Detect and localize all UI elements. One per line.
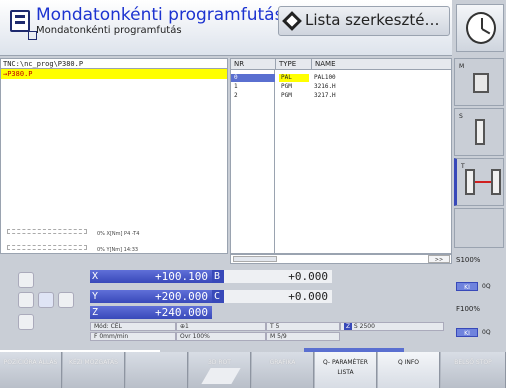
ki-suffix: 0Q xyxy=(482,329,491,336)
tool-icon xyxy=(465,169,475,195)
axis-load-bar xyxy=(7,245,87,250)
axis-load-bar xyxy=(7,229,87,234)
table-cell-name[interactable]: 3217.H xyxy=(314,92,336,100)
axis-value-c: +0.000 xyxy=(288,290,328,303)
axis-load-text: 0% X[Nm] P4 -T4 xyxy=(97,231,140,237)
softkey-approach-position[interactable]: POZÍCIÓRA ÁLLÁS xyxy=(0,352,62,388)
tool-panel[interactable]: T xyxy=(454,158,504,206)
ki-suffix: 0Q xyxy=(482,283,491,290)
position-display: X +100.100 B +0.000 Y +200.000 C +0.000 … xyxy=(0,266,452,350)
tool-change-arrow-icon xyxy=(475,181,491,183)
spindle-panel[interactable]: S xyxy=(454,108,504,156)
axis-row-b: B +0.000 xyxy=(212,270,332,283)
axis-label-b: B xyxy=(212,270,224,283)
softkey-internal-stop[interactable]: BELSŐ STOP xyxy=(441,352,506,388)
program-run-icon xyxy=(10,10,30,32)
table-scroll-area: >> xyxy=(230,254,452,264)
coolant-icon xyxy=(473,73,489,93)
softkey-empty[interactable] xyxy=(126,352,188,388)
list-edit-tab[interactable]: Lista szerkeszté… xyxy=(278,6,450,36)
tool-indicator: T 5 xyxy=(266,322,340,331)
m-label: M xyxy=(459,63,465,70)
axis-value-z: +240.000 xyxy=(155,306,208,319)
empty-side-panel xyxy=(454,208,504,248)
scrollbar-thumb[interactable] xyxy=(233,256,277,262)
spindle-override: S100% xyxy=(456,256,481,264)
page-subtitle: Mondatonkénti programfutás xyxy=(36,25,182,36)
column-header-nr: NR xyxy=(231,59,275,70)
m-function-indicator: M 5/9 xyxy=(266,332,340,341)
axis-label-c: C xyxy=(212,290,224,303)
softkey-q-info[interactable]: Q INFO xyxy=(378,352,440,388)
axis-row-y: Y +200.000 xyxy=(90,290,212,303)
table-cell-type[interactable]: PGM xyxy=(281,83,292,91)
path-bar: TNC:\nc_prog\P380.P xyxy=(0,58,228,69)
override-indicator: Ovr 100% xyxy=(176,332,266,341)
axis-value-x: +100.100 xyxy=(155,270,208,283)
selected-file[interactable]: →P380.P xyxy=(1,69,227,79)
spindle-indicator: Z S 2500 xyxy=(340,322,444,331)
ki-button[interactable]: KI xyxy=(456,328,478,337)
table-cell-nr[interactable]: 0 xyxy=(234,74,238,82)
clock-button[interactable] xyxy=(456,4,504,52)
tool-axis-indicator: ⊕1 xyxy=(176,322,266,331)
horizontal-scrollbar[interactable]: >> xyxy=(230,254,452,264)
table-cell-type[interactable]: PAL xyxy=(281,74,292,82)
spindle-value: S 2500 xyxy=(353,323,375,330)
edit-diamond-icon xyxy=(282,11,302,31)
axis-label-z: Z xyxy=(92,307,99,318)
scroll-next-button[interactable]: >> xyxy=(428,255,450,263)
clock-icon xyxy=(466,12,496,44)
softkey-q-parameter-list[interactable]: Q- PARAMÉTER LISTA xyxy=(315,352,377,388)
tool-axis-value: 1 xyxy=(185,323,189,330)
status-button[interactable] xyxy=(58,292,74,308)
header-bar: Mondatonkénti programfutás Mondatonkénti… xyxy=(0,0,452,56)
column-header-name: NAME xyxy=(311,59,451,70)
edit-icon[interactable] xyxy=(38,292,54,308)
axis-label-x: X xyxy=(92,271,99,282)
status-button[interactable] xyxy=(18,292,34,308)
column-header-type: TYPE xyxy=(275,59,311,70)
feed-override: F100% xyxy=(456,305,481,313)
mode-indicator: Mód: CÉL xyxy=(90,322,176,331)
table-cell-name[interactable]: 3216.H xyxy=(314,83,336,91)
axis-value-y: +200.000 xyxy=(155,290,208,303)
m-function-panel[interactable]: M xyxy=(454,58,504,106)
axis-value-b: +0.000 xyxy=(288,270,328,283)
file-panel[interactable]: →P380.P 0% X[Nm] P4 -T4 0% Y[Nm] 14:33 xyxy=(0,69,228,254)
tool-icon xyxy=(491,169,501,195)
axis-load-text: 0% Y[Nm] 14:33 xyxy=(97,247,139,253)
spindle-axis-tag: Z xyxy=(344,323,352,330)
table-cell-type[interactable]: PGM xyxy=(281,92,292,100)
axis-label-y: Y xyxy=(92,291,99,302)
ki-button[interactable]: KI xyxy=(456,282,478,291)
softkey-graphics[interactable]: GRAFIKA xyxy=(252,352,314,388)
feed-indicator: F 0mm/min xyxy=(90,332,176,341)
page-title: Mondatonkénti programfutás xyxy=(36,5,284,25)
axis-row-x: X +100.100 xyxy=(90,270,212,283)
axis-row-c: C +0.000 xyxy=(212,290,332,303)
status-button[interactable] xyxy=(18,314,34,330)
table-cell-nr[interactable]: 2 xyxy=(234,92,238,100)
axis-row-z: Z +240.000 xyxy=(90,306,212,319)
display-mode-button[interactable] xyxy=(18,272,34,288)
spindle-icon xyxy=(475,119,485,145)
pallet-table[interactable]: NR TYPE NAME 0 PAL PAL100 1 PGM 3216.H 2… xyxy=(230,58,452,254)
s-label: S xyxy=(459,113,463,120)
softkey-manual-traverse[interactable]: KÉZI MOZGATÁS xyxy=(63,352,125,388)
list-edit-label: Lista szerkeszté… xyxy=(305,11,440,29)
table-cell-nr[interactable]: 1 xyxy=(234,83,238,91)
softkey-bar: POZÍCIÓRA ÁLLÁS KÉZI MOZGATÁS 3D ROT GRA… xyxy=(0,352,506,388)
table-cell-name[interactable]: PAL100 xyxy=(314,74,336,82)
